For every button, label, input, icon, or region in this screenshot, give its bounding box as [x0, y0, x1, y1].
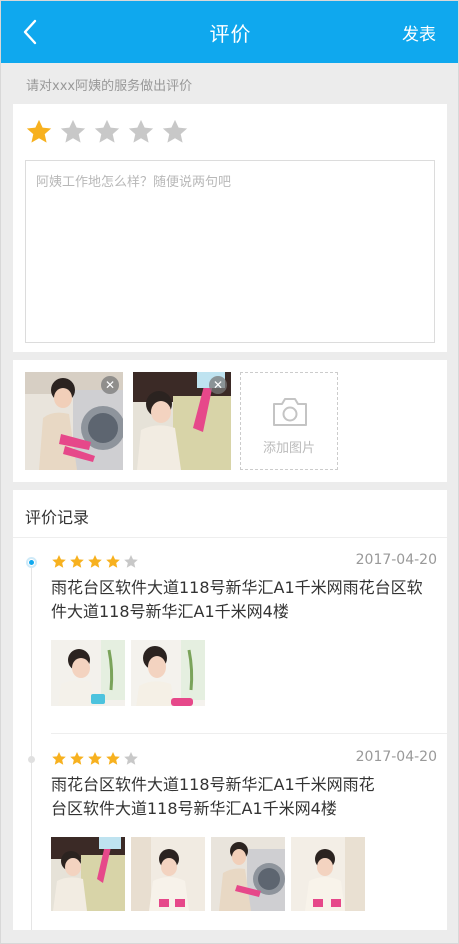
divider	[51, 733, 447, 734]
star-icon	[70, 751, 84, 765]
star-icon[interactable]	[59, 118, 87, 145]
timeline-dot-active	[26, 557, 37, 568]
cleaning-table-photo-icon	[131, 640, 205, 714]
record-image[interactable]	[131, 640, 205, 714]
star-icon	[94, 119, 120, 143]
rating-card	[13, 104, 447, 352]
star-icon[interactable]	[161, 118, 189, 145]
star-icon	[60, 119, 86, 143]
record-rating	[51, 554, 139, 569]
star-icon	[128, 119, 154, 143]
record-rating	[51, 751, 139, 766]
cleaning-floor-photo-icon	[291, 837, 365, 911]
star-icon	[88, 751, 102, 765]
record-date: 2017-04-20	[355, 749, 437, 765]
record-image[interactable]	[211, 837, 285, 911]
star-icon	[106, 554, 120, 568]
app-frame: 评价 发表 请对xxx阿姨的服务做出评价 ✕	[0, 0, 459, 944]
star-icon	[162, 119, 188, 143]
star-icon[interactable]	[25, 118, 53, 145]
cleaning-table-photo-icon	[51, 640, 125, 714]
record-image[interactable]	[51, 640, 125, 714]
star-icon	[52, 751, 66, 765]
record-image[interactable]	[291, 837, 365, 911]
star-icon	[106, 751, 120, 765]
rating-hint: 请对xxx阿姨的服务做出评价	[26, 79, 193, 94]
star-rating[interactable]	[25, 118, 189, 145]
record-address-line: 台区软件大道118号新华汇A1千米网4楼	[51, 799, 337, 818]
record-address: 雨花台区软件大道118号新华汇A1千米网雨花台区软 件大道118号新华汇A1千米…	[51, 576, 437, 624]
timeline-line	[31, 562, 32, 930]
record-address: 雨花台区软件大道118号新华汇A1千米网雨花 台区软件大道118号新华汇A1千米…	[51, 773, 437, 821]
star-icon	[26, 119, 52, 143]
add-photo-label: 添加图片	[262, 441, 315, 456]
publish-button[interactable]: 发表	[402, 20, 436, 45]
record-date: 2017-04-20	[355, 552, 437, 568]
remove-photo-button[interactable]: ✕	[209, 376, 227, 394]
nav-header: 评价 发表	[1, 1, 458, 63]
add-photo-button[interactable]: 添加图片	[240, 372, 338, 470]
camera-icon	[273, 398, 307, 426]
comment-input[interactable]	[25, 160, 435, 343]
uploaded-photo[interactable]: ✕	[133, 372, 231, 470]
record-image[interactable]	[131, 837, 205, 911]
review-history-title: 评价记录	[25, 508, 90, 527]
remove-photo-button[interactable]: ✕	[101, 376, 119, 394]
star-icon	[88, 554, 102, 568]
star-icon	[70, 554, 84, 568]
record-address-line: 雨花台区软件大道118号新华汇A1千米网雨花	[51, 775, 375, 794]
record-images	[51, 640, 205, 714]
page-title: 评价	[209, 22, 252, 46]
star-icon	[52, 554, 66, 568]
photo-upload-card: ✕ ✕ 添加图片	[13, 360, 447, 482]
record-address-line: 件大道118号新华汇A1千米网4楼	[51, 602, 289, 621]
record-image[interactable]	[51, 837, 125, 911]
star-icon[interactable]	[93, 118, 121, 145]
star-icon[interactable]	[127, 118, 155, 145]
review-record: 2017-04-20 雨花台区软件大道118号新华汇A1千米网雨花台区软 件大道…	[51, 552, 437, 724]
divider	[13, 537, 447, 538]
review-history-card: 评价记录 2017-04-20 雨花台区软件大道118号新华汇A1千米网雨花台区…	[13, 490, 447, 930]
record-images	[51, 837, 365, 911]
record-address-line: 雨花台区软件大道118号新华汇A1千米网雨花台区软	[51, 578, 423, 597]
star-icon	[124, 554, 138, 568]
window-cleaning-photo-icon	[51, 837, 125, 911]
timeline-dot	[28, 756, 35, 763]
washing-machine-photo-icon	[211, 837, 285, 911]
review-record: 2017-04-20 雨花台区软件大道118号新华汇A1千米网雨花 台区软件大道…	[51, 749, 437, 921]
star-icon	[124, 751, 138, 765]
cleaning-floor-photo-icon	[131, 837, 205, 911]
uploaded-photo[interactable]: ✕	[25, 372, 123, 470]
